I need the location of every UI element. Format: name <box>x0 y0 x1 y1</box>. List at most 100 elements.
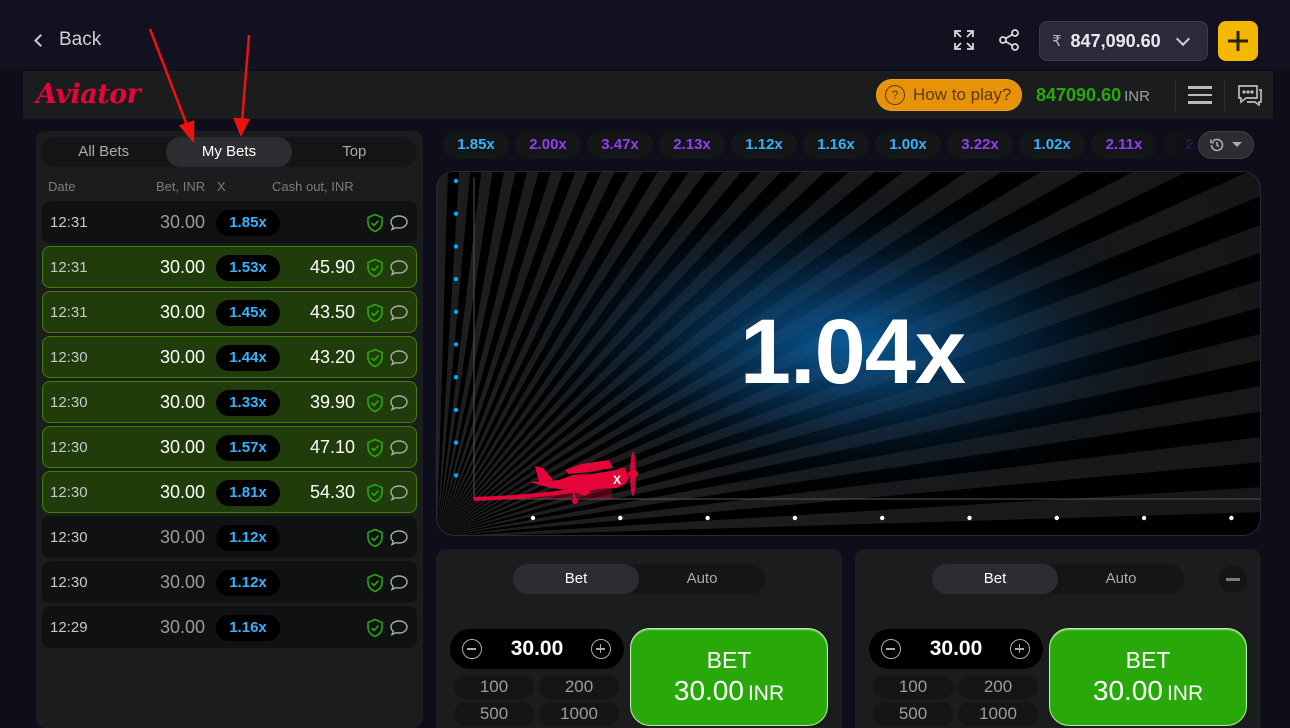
chat-bubble-icon[interactable] <box>389 214 409 232</box>
deposit-plus-button[interactable] <box>1218 21 1258 61</box>
quick-stake-100[interactable]: 100 <box>873 675 953 699</box>
tab-all-bets[interactable]: All Bets <box>41 137 166 167</box>
bet-row: 12:30 30.00 1.81x 54.30 <box>42 471 417 513</box>
tab-auto[interactable]: Auto <box>1058 564 1184 594</box>
bet-button-amount: 30.00 INR <box>673 675 785 706</box>
provably-fair-icon[interactable] <box>365 573 385 593</box>
bet-amount: 30.00 <box>159 212 205 232</box>
chat-bubble-icon[interactable] <box>389 484 409 502</box>
menu-icon[interactable] <box>1188 86 1212 104</box>
history-toggle-button[interactable] <box>1198 131 1254 159</box>
chat-bubble-icon[interactable] <box>389 394 409 412</box>
how-to-play-button[interactable]: ? How to play? <box>876 79 1023 111</box>
history-multiplier[interactable]: 1.02x <box>1019 131 1085 159</box>
chat-bubble-icon[interactable] <box>389 619 409 637</box>
history-multiplier[interactable]: 1.16x <box>803 131 869 159</box>
bets-list: 12:31 30.00 1.85x 12:31 30.00 1.53x 45.90 12:31… <box>42 201 417 651</box>
chat-bubble-icon[interactable] <box>389 304 409 322</box>
question-icon: ? <box>885 85 905 105</box>
rupee-icon: ₹ <box>1052 33 1062 50</box>
share-icon[interactable] <box>997 28 1021 52</box>
quick-stake-200[interactable]: 200 <box>539 675 619 699</box>
chat-bubble-icon[interactable] <box>389 349 409 367</box>
quick-stake-200[interactable]: 200 <box>958 675 1038 699</box>
tab-top[interactable]: Top <box>292 137 417 167</box>
tab-bet[interactable]: Bet <box>932 564 1058 594</box>
aviator-logo: Aviator <box>36 79 141 110</box>
history-multiplier[interactable]: 2.11x <box>1091 131 1157 159</box>
chat-bubble-icon[interactable] <box>389 574 409 592</box>
quick-stake-500[interactable]: 500 <box>454 702 534 726</box>
provably-fair-icon[interactable] <box>365 618 385 638</box>
x-axis-dot <box>792 515 798 521</box>
x-axis-dot <box>1141 515 1147 521</box>
bet-amount: 30.00 <box>159 617 205 637</box>
bet-cashout: 39.90 <box>309 392 355 412</box>
provably-fair-icon[interactable] <box>365 393 385 413</box>
multiplier-history: 1.85x 2.00x 3.47x 2.13x 1.12x 1.16x 1.00x 3.22x… <box>443 131 1197 159</box>
bet-cashout: 43.20 <box>309 347 355 367</box>
chevron-down-icon <box>1232 142 1242 147</box>
y-axis-dot <box>453 440 459 445</box>
tab-auto[interactable]: Auto <box>639 564 765 594</box>
provably-fair-icon[interactable] <box>365 258 385 278</box>
provably-fair-icon[interactable] <box>365 348 385 368</box>
fullscreen-icon[interactable] <box>952 28 976 52</box>
quick-stake-100[interactable]: 100 <box>454 675 534 699</box>
history-multiplier[interactable]: 2.13x <box>659 131 725 159</box>
provably-fair-icon[interactable] <box>365 213 385 233</box>
provably-fair-icon[interactable] <box>365 303 385 323</box>
bet-button-amount: 30.00 INR <box>1092 675 1204 706</box>
increase-stake-button[interactable] <box>591 639 611 659</box>
remove-panel-button[interactable] <box>1219 565 1247 593</box>
divider <box>1175 79 1176 111</box>
history-multiplier[interactable]: 3.22x <box>947 131 1013 159</box>
wallet-balance-dropdown[interactable]: ₹ 847,090.60 <box>1039 21 1208 61</box>
bet-multiplier: 1.16x <box>216 615 280 641</box>
bet-time: 12:31 <box>50 259 88 276</box>
history-multiplier[interactable]: 1.12x <box>731 131 797 159</box>
provably-fair-icon[interactable] <box>365 438 385 458</box>
quick-stake-1000[interactable]: 1000 <box>958 702 1038 726</box>
tab-my-bets[interactable]: My Bets <box>166 137 292 167</box>
quick-stake-500[interactable]: 500 <box>873 702 953 726</box>
bets-tabs: All Bets My Bets Top <box>41 137 417 167</box>
y-axis-dot <box>453 276 459 282</box>
history-multiplier[interactable]: 3.47x <box>587 131 653 159</box>
bet-cashout: 47.10 <box>309 437 355 457</box>
chat-bubble-icon[interactable] <box>389 529 409 547</box>
chevron-down-icon <box>1175 31 1190 46</box>
increase-stake-button[interactable] <box>1010 639 1030 659</box>
bet-time: 12:30 <box>50 574 88 591</box>
bet-multiplier: 1.12x <box>216 570 280 596</box>
game-canvas: X 1.04x <box>436 171 1261 536</box>
stake-stepper: 30.00 <box>450 629 624 669</box>
history-multiplier[interactable]: 2.00x <box>515 131 581 159</box>
history-multiplier[interactable]: 1.85x <box>443 131 509 159</box>
quick-stake-1000[interactable]: 1000 <box>539 702 619 726</box>
provably-fair-icon[interactable] <box>365 528 385 548</box>
bet-multiplier: 1.45x <box>216 300 280 326</box>
bet-button[interactable]: BET 30.00 INR <box>630 628 828 726</box>
history-icon <box>1210 138 1224 152</box>
bets-panel: All Bets My Bets Top Date Bet, INR X Cas… <box>36 131 423 728</box>
divider <box>1224 79 1225 111</box>
x-axis-dot <box>880 515 885 521</box>
chat-icon[interactable] <box>1237 84 1263 106</box>
bet-mode-tabs: Bet Auto <box>513 564 765 594</box>
bet-amount: 30.00 <box>159 347 205 367</box>
history-multiplier[interactable]: 1.00x <box>875 131 941 159</box>
bet-button[interactable]: BET 30.00 INR <box>1049 628 1247 726</box>
chat-bubble-icon[interactable] <box>389 439 409 457</box>
tab-bet[interactable]: Bet <box>513 564 639 594</box>
svg-text:X: X <box>613 473 621 487</box>
x-axis-dot <box>705 515 710 521</box>
x-axis-dot <box>1054 515 1059 521</box>
bet-cashout: 54.30 <box>309 482 355 502</box>
bet-row: 12:29 30.00 1.16x <box>42 606 417 648</box>
chat-bubble-icon[interactable] <box>389 259 409 277</box>
bet-time: 12:30 <box>50 349 88 366</box>
y-axis-dot <box>453 244 459 249</box>
back-button[interactable]: Back <box>34 29 101 51</box>
provably-fair-icon[interactable] <box>365 483 385 503</box>
